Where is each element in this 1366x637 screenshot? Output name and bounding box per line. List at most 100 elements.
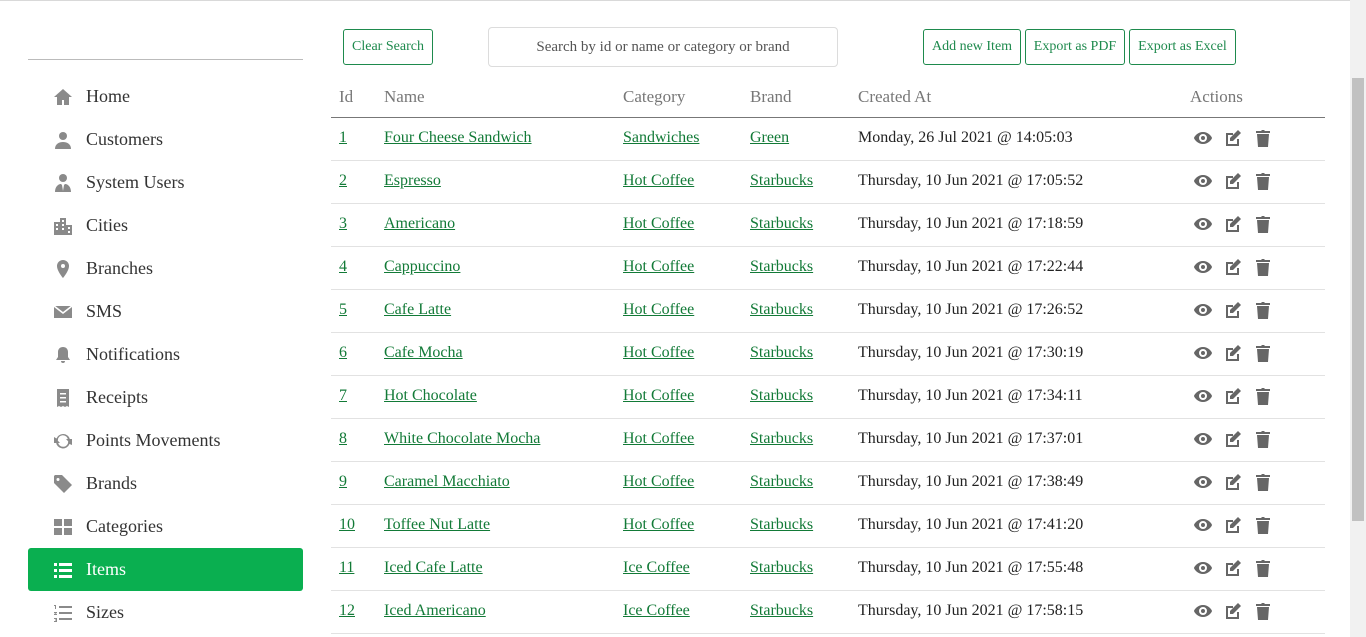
- export-pdf-button[interactable]: Export as PDF: [1025, 29, 1125, 65]
- sidebar-item-items[interactable]: Items: [28, 548, 303, 591]
- item-name-link[interactable]: Americano: [384, 215, 455, 233]
- view-icon[interactable]: [1193, 472, 1213, 492]
- item-id-link[interactable]: 5: [339, 301, 347, 319]
- edit-icon[interactable]: [1223, 601, 1243, 621]
- sidebar-item-points-movements[interactable]: Points Movements: [28, 419, 303, 462]
- delete-icon[interactable]: [1253, 386, 1273, 406]
- item-category-link[interactable]: Hot Coffee: [623, 516, 694, 534]
- item-category-link[interactable]: Hot Coffee: [623, 258, 694, 276]
- view-icon[interactable]: [1193, 214, 1213, 234]
- header-created-at[interactable]: Created At: [858, 87, 931, 107]
- item-brand-link[interactable]: Starbucks: [750, 344, 813, 362]
- page-scrollbar[interactable]: [1350, 0, 1366, 637]
- sidebar-item-home[interactable]: Home: [28, 75, 303, 118]
- edit-icon[interactable]: [1223, 300, 1243, 320]
- item-brand-link[interactable]: Starbucks: [750, 602, 813, 620]
- edit-icon[interactable]: [1223, 515, 1243, 535]
- item-category-link[interactable]: Hot Coffee: [623, 344, 694, 362]
- sidebar-item-categories[interactable]: Categories: [28, 505, 303, 548]
- edit-icon[interactable]: [1223, 386, 1243, 406]
- delete-icon[interactable]: [1253, 472, 1273, 492]
- item-id-link[interactable]: 2: [339, 172, 347, 190]
- item-name-link[interactable]: Toffee Nut Latte: [384, 516, 490, 534]
- item-brand-link[interactable]: Starbucks: [750, 301, 813, 319]
- edit-icon[interactable]: [1223, 472, 1243, 492]
- item-brand-link[interactable]: Starbucks: [750, 258, 813, 276]
- sidebar-item-cities[interactable]: Cities: [28, 204, 303, 247]
- delete-icon[interactable]: [1253, 343, 1273, 363]
- item-name-link[interactable]: Cafe Latte: [384, 301, 451, 319]
- delete-icon[interactable]: [1253, 214, 1273, 234]
- item-id-link[interactable]: 11: [339, 559, 354, 577]
- item-id-link[interactable]: 4: [339, 258, 347, 276]
- header-name[interactable]: Name: [384, 87, 425, 107]
- item-id-link[interactable]: 12: [339, 602, 355, 620]
- item-name-link[interactable]: Espresso: [384, 172, 441, 190]
- delete-icon[interactable]: [1253, 601, 1273, 621]
- item-brand-link[interactable]: Starbucks: [750, 516, 813, 534]
- item-id-link[interactable]: 10: [339, 516, 355, 534]
- header-brand[interactable]: Brand: [750, 87, 792, 107]
- sidebar-item-sms[interactable]: SMS: [28, 290, 303, 333]
- edit-icon[interactable]: [1223, 214, 1243, 234]
- edit-icon[interactable]: [1223, 257, 1243, 277]
- view-icon[interactable]: [1193, 386, 1213, 406]
- item-category-link[interactable]: Ice Coffee: [623, 602, 690, 620]
- item-category-link[interactable]: Hot Coffee: [623, 172, 694, 190]
- item-brand-link[interactable]: Starbucks: [750, 430, 813, 448]
- sidebar-item-brands[interactable]: Brands: [28, 462, 303, 505]
- sidebar-item-notifications[interactable]: Notifications: [28, 333, 303, 376]
- item-name-link[interactable]: White Chocolate Mocha: [384, 430, 540, 448]
- item-category-link[interactable]: Hot Coffee: [623, 387, 694, 405]
- view-icon[interactable]: [1193, 343, 1213, 363]
- delete-icon[interactable]: [1253, 257, 1273, 277]
- item-category-link[interactable]: Ice Coffee: [623, 559, 690, 577]
- edit-icon[interactable]: [1223, 558, 1243, 578]
- item-name-link[interactable]: Hot Chocolate: [384, 387, 477, 405]
- header-category[interactable]: Category: [623, 87, 685, 107]
- header-id[interactable]: Id: [339, 87, 353, 107]
- item-id-link[interactable]: 9: [339, 473, 347, 491]
- sidebar-item-system-users[interactable]: System Users: [28, 161, 303, 204]
- item-name-link[interactable]: Caramel Macchiato: [384, 473, 510, 491]
- sidebar-item-branches[interactable]: Branches: [28, 247, 303, 290]
- item-category-link[interactable]: Hot Coffee: [623, 473, 694, 491]
- export-excel-button[interactable]: Export as Excel: [1129, 29, 1236, 65]
- search-input[interactable]: [488, 27, 838, 67]
- view-icon[interactable]: [1193, 601, 1213, 621]
- item-name-link[interactable]: Four Cheese Sandwich: [384, 129, 532, 147]
- item-category-link[interactable]: Hot Coffee: [623, 215, 694, 233]
- view-icon[interactable]: [1193, 515, 1213, 535]
- delete-icon[interactable]: [1253, 128, 1273, 148]
- edit-icon[interactable]: [1223, 343, 1243, 363]
- view-icon[interactable]: [1193, 429, 1213, 449]
- item-id-link[interactable]: 1: [339, 129, 347, 147]
- item-category-link[interactable]: Sandwiches: [623, 129, 699, 147]
- item-brand-link[interactable]: Starbucks: [750, 473, 813, 491]
- item-brand-link[interactable]: Green: [750, 129, 789, 147]
- view-icon[interactable]: [1193, 128, 1213, 148]
- item-id-link[interactable]: 3: [339, 215, 347, 233]
- item-brand-link[interactable]: Starbucks: [750, 172, 813, 190]
- item-id-link[interactable]: 7: [339, 387, 347, 405]
- item-category-link[interactable]: Hot Coffee: [623, 301, 694, 319]
- view-icon[interactable]: [1193, 257, 1213, 277]
- clear-search-button[interactable]: Clear Search: [343, 29, 433, 65]
- scrollbar-thumb[interactable]: [1352, 78, 1364, 521]
- item-name-link[interactable]: Iced Cafe Latte: [384, 559, 483, 577]
- item-name-link[interactable]: Cafe Mocha: [384, 344, 463, 362]
- item-id-link[interactable]: 6: [339, 344, 347, 362]
- delete-icon[interactable]: [1253, 171, 1273, 191]
- item-brand-link[interactable]: Starbucks: [750, 387, 813, 405]
- item-id-link[interactable]: 8: [339, 430, 347, 448]
- item-name-link[interactable]: Iced Americano: [384, 602, 486, 620]
- delete-icon[interactable]: [1253, 558, 1273, 578]
- edit-icon[interactable]: [1223, 171, 1243, 191]
- item-brand-link[interactable]: Starbucks: [750, 215, 813, 233]
- view-icon[interactable]: [1193, 171, 1213, 191]
- item-brand-link[interactable]: Starbucks: [750, 559, 813, 577]
- edit-icon[interactable]: [1223, 429, 1243, 449]
- sidebar-item-receipts[interactable]: Receipts: [28, 376, 303, 419]
- sidebar-item-sizes[interactable]: Sizes: [28, 591, 303, 634]
- delete-icon[interactable]: [1253, 300, 1273, 320]
